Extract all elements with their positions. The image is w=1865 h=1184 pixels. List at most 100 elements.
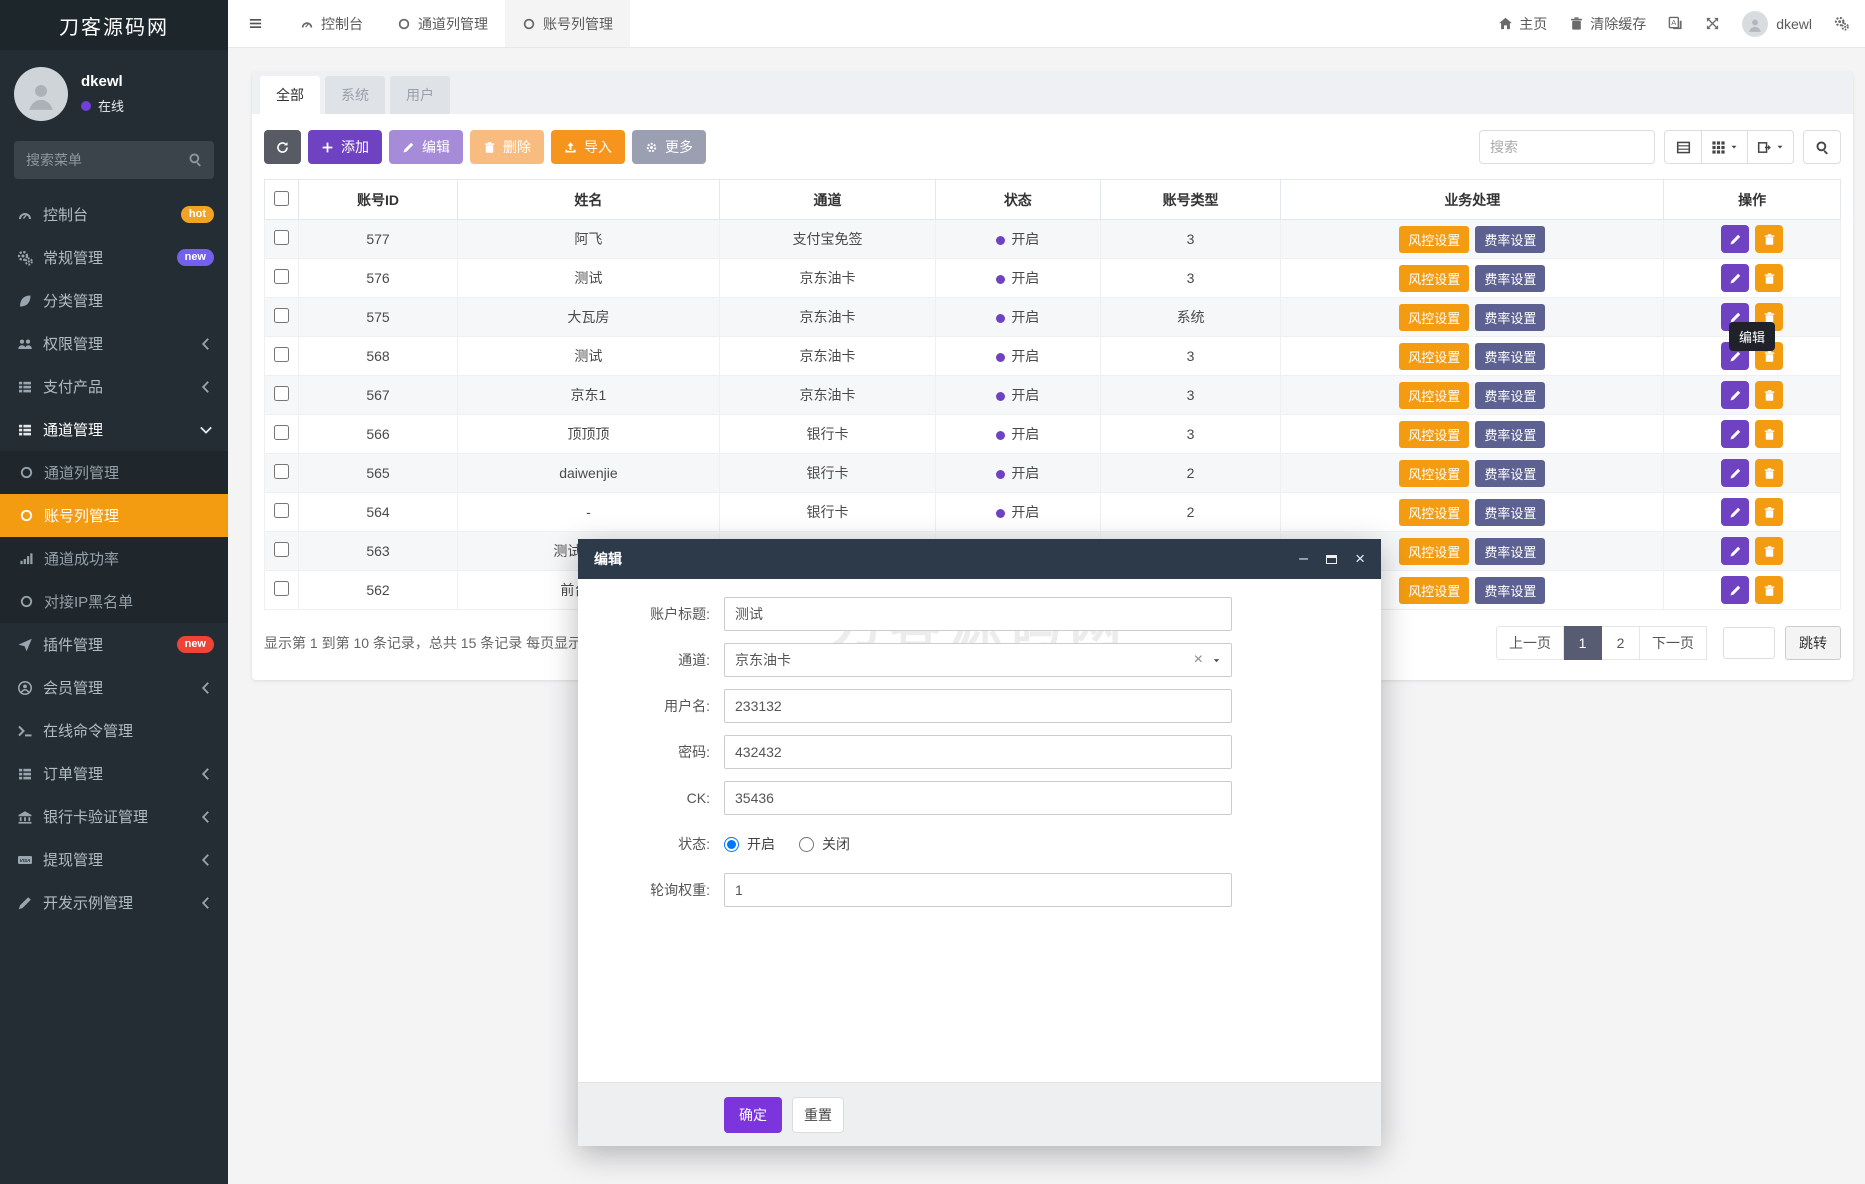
translate-button[interactable] — [1668, 16, 1683, 31]
channel-select[interactable]: 京东油卡× — [724, 643, 1232, 677]
risk-settings-badge[interactable]: 风控设置 — [1399, 421, 1469, 448]
edit-row-button[interactable] — [1721, 225, 1749, 253]
risk-settings-badge[interactable]: 风控设置 — [1399, 304, 1469, 331]
delete-row-button[interactable] — [1755, 225, 1783, 253]
risk-settings-badge[interactable]: 风控设置 — [1399, 343, 1469, 370]
risk-settings-badge[interactable]: 风控设置 — [1399, 499, 1469, 526]
rate-settings-badge[interactable]: 费率设置 — [1475, 382, 1545, 409]
row-checkbox[interactable] — [274, 542, 289, 557]
sidebar-item-permission[interactable]: 权限管理 — [0, 322, 228, 365]
rate-settings-badge[interactable]: 费率设置 — [1475, 226, 1545, 253]
field-input[interactable] — [724, 735, 1232, 769]
edit-button[interactable]: 编辑 — [389, 130, 463, 164]
pagination-prev[interactable]: 上一页 — [1496, 626, 1564, 660]
nav-tab-通道列管理[interactable]: 通道列管理 — [380, 0, 505, 47]
radio-开启[interactable] — [724, 837, 739, 852]
home-link[interactable]: 主页 — [1498, 14, 1547, 34]
sidebar-item-channel-list[interactable]: 通道列管理 — [0, 451, 228, 494]
field-input[interactable] — [724, 781, 1232, 815]
add-button[interactable]: 添加 — [308, 130, 382, 164]
row-checkbox[interactable] — [274, 347, 289, 362]
row-checkbox[interactable] — [274, 425, 289, 440]
tab-全部[interactable]: 全部 — [260, 76, 320, 114]
sidebar-item-plugin[interactable]: 插件管理new — [0, 623, 228, 666]
page-jump-button[interactable]: 跳转 — [1785, 626, 1841, 660]
clear-cache-link[interactable]: 清除缓存 — [1569, 14, 1646, 34]
risk-settings-badge[interactable]: 风控设置 — [1399, 226, 1469, 253]
delete-row-button[interactable] — [1755, 459, 1783, 487]
edit-row-button[interactable] — [1721, 498, 1749, 526]
delete-row-button[interactable] — [1755, 420, 1783, 448]
sidebar-item-online-cmd[interactable]: 在线命令管理 — [0, 709, 228, 752]
page-jump-input[interactable] — [1723, 627, 1775, 659]
radio-label[interactable]: 关闭 — [822, 834, 850, 854]
delete-row-button[interactable] — [1755, 381, 1783, 409]
edit-row-button[interactable] — [1721, 381, 1749, 409]
sidebar-item-bankcard[interactable]: 银行卡验证管理 — [0, 795, 228, 838]
row-checkbox[interactable] — [274, 308, 289, 323]
rate-settings-badge[interactable]: 费率设置 — [1475, 577, 1545, 604]
edit-row-button[interactable] — [1721, 576, 1749, 604]
risk-settings-badge[interactable]: 风控设置 — [1399, 265, 1469, 292]
select-all-checkbox[interactable] — [274, 191, 289, 206]
sidebar-item-account-list[interactable]: 账号列管理 — [0, 494, 228, 537]
delete-row-button[interactable] — [1755, 537, 1783, 565]
clear-selection-icon[interactable]: × — [1194, 651, 1203, 669]
rate-settings-badge[interactable]: 费率设置 — [1475, 460, 1545, 487]
maximize-icon[interactable] — [1326, 555, 1337, 564]
radio-关闭[interactable] — [799, 837, 814, 852]
delete-row-button[interactable] — [1755, 498, 1783, 526]
columns-button[interactable] — [1702, 130, 1748, 164]
user-menu[interactable]: dkewl — [1742, 11, 1812, 37]
search-button[interactable] — [1803, 130, 1841, 164]
sidebar-item-category[interactable]: 分类管理 — [0, 279, 228, 322]
risk-settings-badge[interactable]: 风控设置 — [1399, 382, 1469, 409]
rate-settings-badge[interactable]: 费率设置 — [1475, 265, 1545, 292]
detail-view-button[interactable] — [1664, 130, 1702, 164]
sidebar-item-pay-product[interactable]: 支付产品 — [0, 365, 228, 408]
sidebar-search-input[interactable] — [14, 141, 214, 179]
edit-row-button[interactable] — [1721, 420, 1749, 448]
minimize-icon[interactable]: – — [1299, 554, 1308, 564]
delete-row-button[interactable] — [1755, 264, 1783, 292]
nav-tab-控制台[interactable]: 控制台 — [283, 0, 380, 47]
sidebar-item-ip-blacklist[interactable]: 对接IP黑名单 — [0, 580, 228, 623]
sidebar-item-dev-demo[interactable]: 开发示例管理 — [0, 881, 228, 924]
row-checkbox[interactable] — [274, 386, 289, 401]
risk-settings-badge[interactable]: 风控设置 — [1399, 577, 1469, 604]
sidebar-item-channel[interactable]: 通道管理 — [0, 408, 228, 451]
rate-settings-badge[interactable]: 费率设置 — [1475, 499, 1545, 526]
fullscreen-button[interactable] — [1705, 16, 1720, 31]
pagination-next[interactable]: 下一页 — [1640, 626, 1707, 660]
tab-用户[interactable]: 用户 — [390, 76, 450, 114]
row-checkbox[interactable] — [274, 269, 289, 284]
rate-settings-badge[interactable]: 费率设置 — [1475, 343, 1545, 370]
confirm-button[interactable]: 确定 — [724, 1097, 782, 1133]
row-checkbox[interactable] — [274, 230, 289, 245]
radio-label[interactable]: 开启 — [747, 834, 775, 854]
more-button[interactable]: 更多 — [632, 130, 706, 164]
sidebar-item-order[interactable]: 订单管理 — [0, 752, 228, 795]
sidebar-item-member[interactable]: 会员管理 — [0, 666, 228, 709]
settings-button[interactable] — [1834, 16, 1849, 31]
row-checkbox[interactable] — [274, 581, 289, 596]
risk-settings-badge[interactable]: 风控设置 — [1399, 460, 1469, 487]
edit-row-button[interactable] — [1721, 459, 1749, 487]
export-button[interactable] — [1748, 130, 1794, 164]
reset-button[interactable]: 重置 — [792, 1097, 844, 1133]
close-icon[interactable]: × — [1355, 549, 1365, 569]
field-input[interactable] — [724, 873, 1232, 907]
rate-settings-badge[interactable]: 费率设置 — [1475, 538, 1545, 565]
refresh-button[interactable] — [264, 130, 301, 164]
modal-titlebar[interactable]: 编辑 – × — [578, 539, 1381, 579]
row-checkbox[interactable] — [274, 464, 289, 479]
avatar[interactable] — [14, 67, 68, 121]
delete-button[interactable]: 删除 — [470, 130, 544, 164]
sidebar-toggle-button[interactable] — [228, 0, 283, 47]
sidebar-item-withdraw[interactable]: 提现管理 — [0, 838, 228, 881]
rate-settings-badge[interactable]: 费率设置 — [1475, 421, 1545, 448]
import-button[interactable]: 导入 — [551, 130, 625, 164]
field-input[interactable] — [724, 689, 1232, 723]
risk-settings-badge[interactable]: 风控设置 — [1399, 538, 1469, 565]
pagination-page-1[interactable]: 1 — [1564, 626, 1602, 660]
